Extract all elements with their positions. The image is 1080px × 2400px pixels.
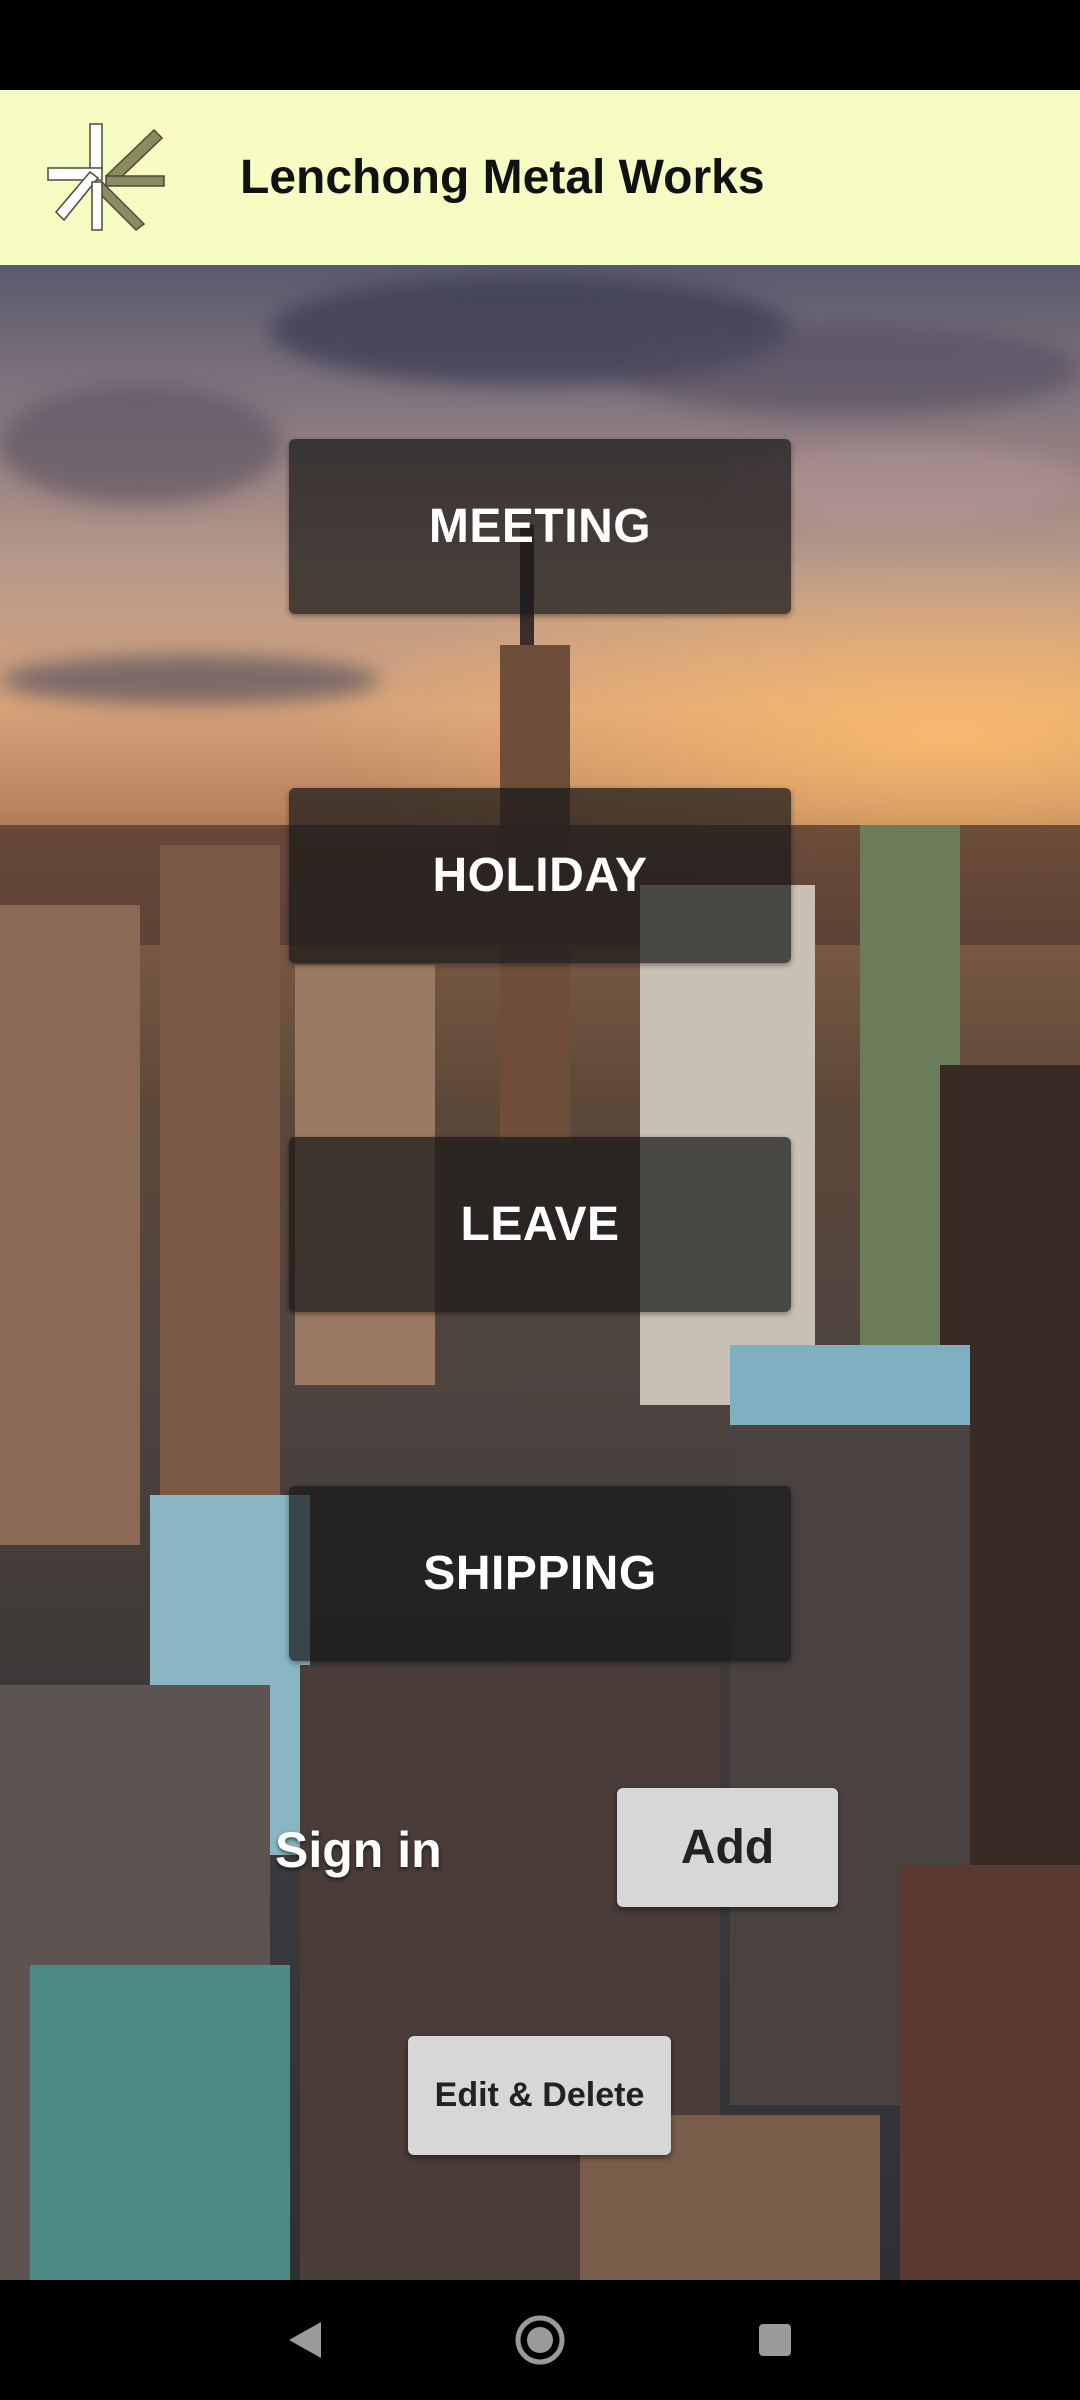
status-bar: [0, 0, 1080, 90]
holiday-button[interactable]: HOLIDAY: [289, 788, 791, 963]
home-circle-icon[interactable]: [505, 2280, 575, 2400]
sign-in-link[interactable]: Sign in: [275, 1810, 442, 1890]
star-burst-logo-icon: [47, 123, 165, 231]
back-triangle-icon[interactable]: [270, 2280, 340, 2400]
meeting-button[interactable]: MEETING: [289, 439, 791, 614]
edit-delete-button[interactable]: Edit & Delete: [408, 2036, 671, 2155]
app-bar: Lenchong Metal Works: [0, 90, 1080, 265]
add-button[interactable]: Add: [617, 1788, 838, 1907]
city-background: MEETING HOLIDAY LEAVE SHIPPING: [0, 265, 1080, 2280]
recents-square-icon[interactable]: [740, 2280, 810, 2400]
navigation-bar: [0, 2280, 1080, 2400]
app-title: Lenchong Metal Works: [240, 151, 765, 204]
leave-button[interactable]: LEAVE: [289, 1137, 791, 1312]
shipping-button[interactable]: SHIPPING: [289, 1486, 791, 1661]
